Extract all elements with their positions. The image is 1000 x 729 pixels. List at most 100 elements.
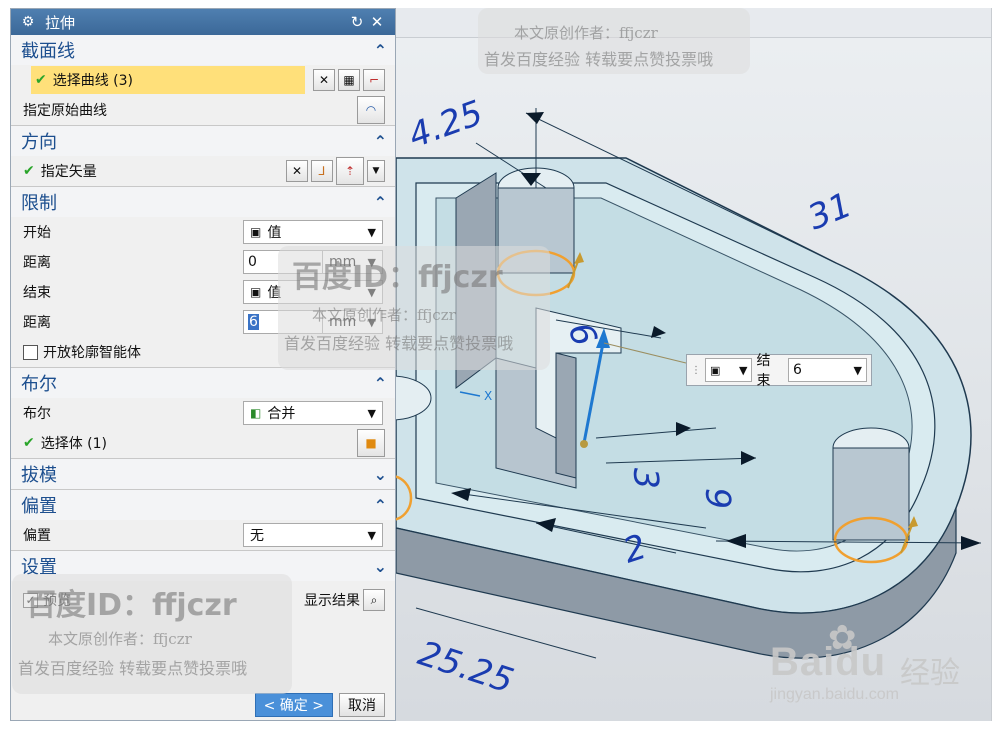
section-settings-header[interactable]: 设置 ⌄	[11, 551, 395, 581]
select-curve-highlight[interactable]: ✔ 选择曲线 (3)	[31, 66, 305, 94]
reset-icon[interactable]: ↻	[347, 13, 367, 31]
pocket-wall	[455, 172, 497, 389]
dropdown-arrow-icon: ▼	[367, 315, 376, 329]
chevron-up-icon[interactable]: ⌃	[374, 132, 387, 151]
preview-checkbox[interactable]: ✓	[23, 592, 38, 608]
dropdown-arrow-icon: ▼	[367, 285, 376, 299]
unite-icon: ◧	[250, 406, 262, 420]
dialog-footer: < 确定 > 取消	[11, 690, 395, 720]
axis-x-label: X	[484, 389, 492, 403]
select-body-row[interactable]: ✔ 选择体 (1) ■	[11, 428, 395, 458]
onscreen-end-input[interactable]: ⋮ ▣ ▼ 结束 6 ▼	[686, 353, 872, 389]
dialog-title: 拉伸	[45, 13, 76, 32]
section-title: 截面线	[21, 41, 75, 62]
boolean-row: 布尔 ◧ 合并 ▼	[11, 398, 395, 428]
start-row: 开始 ▣ 值 ▼	[11, 217, 395, 247]
specify-original-row: 指定原始曲线 ◠	[11, 95, 395, 125]
start-distance-input[interactable]: 0	[243, 250, 323, 274]
section-title: 方向	[21, 132, 57, 153]
start-distance-value: 0	[248, 254, 257, 270]
section-settings: 设置 ⌄ ✓ 预览 显示结果 ⌕	[11, 551, 395, 615]
checkmark-icon: ✔	[35, 72, 47, 88]
end-type-select[interactable]: ▣ 值 ▼	[243, 280, 383, 304]
onscreen-type-select[interactable]: ▣ ▼	[705, 358, 753, 382]
end-row: 结束 ▣ 值 ▼	[11, 277, 395, 307]
end-distance-row: 距离 6 mm ▼	[11, 307, 395, 337]
body-cube-icon[interactable]: ■	[357, 429, 385, 457]
value-cube-icon: ▣	[250, 285, 262, 299]
ok-button[interactable]: < 确定 >	[254, 693, 333, 717]
boolean-value: 合并	[267, 406, 296, 422]
section-limits: 限制 ⌃ 开始 ▣ 值 ▼ 距离 0 mm ▼ 结束 ▣ 值 ▼ 距离 6 mm…	[11, 187, 395, 368]
sketch-section-icon[interactable]: ⌐	[363, 69, 385, 91]
chevron-down-icon[interactable]: ⌄	[374, 465, 387, 484]
boolean-select[interactable]: ◧ 合并 ▼	[243, 401, 383, 425]
start-type-select[interactable]: ▣ 值 ▼	[243, 220, 383, 244]
value-cube-icon: ▣	[710, 363, 721, 377]
dim-text-5: 9	[697, 487, 738, 510]
section-title: 设置	[21, 557, 57, 578]
open-profile-checkbox[interactable]	[23, 344, 38, 360]
section-curve: 截面线 ⌃ ✔ 选择曲线 (3) ✕ ▦ ⌐ 指定原始曲线 ◠	[11, 35, 395, 126]
section-boolean-header[interactable]: 布尔 ⌃	[11, 368, 395, 398]
chevron-down-icon[interactable]: ▼	[367, 160, 385, 182]
end-unit-select[interactable]: mm ▼	[323, 310, 383, 334]
offset-select[interactable]: 无 ▼	[243, 523, 383, 547]
drag-handle-icon[interactable]: ⋮	[691, 365, 701, 376]
chevron-up-icon[interactable]: ⌃	[374, 41, 387, 60]
offset-row: 偏置 无 ▼	[11, 520, 395, 550]
section-direction-header[interactable]: 方向 ⌃	[11, 126, 395, 156]
chevron-up-icon[interactable]: ⌃	[374, 193, 387, 212]
section-limits-header[interactable]: 限制 ⌃	[11, 187, 395, 217]
curve-rule-icon[interactable]: ✕	[313, 69, 335, 91]
chevron-up-icon[interactable]: ⌃	[374, 374, 387, 393]
dropdown-arrow-icon: ▼	[367, 528, 376, 542]
section-direction: 方向 ⌃ ✔ 指定矢量 ✕ ⅃ ⇡ ▼	[11, 126, 395, 187]
show-result-label[interactable]: 显示结果	[304, 590, 360, 610]
start-distance-row: 距离 0 mm ▼	[11, 247, 395, 277]
start-unit-select[interactable]: mm ▼	[323, 250, 383, 274]
specify-vector-row[interactable]: ✔ 指定矢量 ✕ ⅃ ⇡ ▼	[11, 156, 395, 186]
section-draft-header[interactable]: 拔模 ⌄	[11, 459, 395, 489]
section-title: 限制	[21, 193, 57, 214]
chevron-up-icon[interactable]: ⌃	[374, 496, 387, 515]
dim-text-7: 25.25	[413, 634, 518, 702]
checkmark-icon: ✔	[23, 435, 35, 451]
dim-text-1: 4.25	[403, 93, 488, 156]
preview-label: 预览	[43, 593, 71, 609]
section-title: 布尔	[21, 374, 57, 395]
start-type-value: 值	[267, 225, 282, 241]
section-draft: 拔模 ⌄	[11, 459, 395, 490]
dim-text-2: 31	[802, 185, 857, 238]
vector-dialog-icon[interactable]: ⅃	[311, 160, 333, 182]
onscreen-end-value[interactable]: 6 ▼	[788, 358, 867, 382]
sketch-icon[interactable]: ▦	[338, 69, 360, 91]
specify-original-label: 指定原始曲线	[23, 103, 107, 119]
dialog-title-bar[interactable]: ⚙ 拉伸 ↻ ✕	[11, 9, 395, 35]
vector-origin-point	[580, 440, 588, 448]
onscreen-end-value-text: 6	[793, 362, 802, 378]
gear-icon: ⚙	[21, 14, 35, 30]
specify-vector-label: 指定矢量	[40, 164, 97, 180]
select-curve-row[interactable]: ✔ 选择曲线 (3) ✕ ▦ ⌐	[11, 65, 395, 95]
dim-text-4: 3	[625, 467, 666, 490]
cancel-button[interactable]: 取消	[339, 693, 385, 717]
open-profile-row[interactable]: 开放轮廓智能体	[11, 337, 395, 367]
chevron-down-icon[interactable]: ⌄	[374, 557, 387, 576]
original-curve-icon[interactable]: ◠	[357, 96, 385, 124]
offset-value: 无	[250, 528, 264, 544]
value-cube-icon: ▣	[250, 225, 262, 239]
section-curve-header[interactable]: 截面线 ⌃	[11, 35, 395, 65]
magnifier-icon[interactable]: ⌕	[363, 589, 385, 611]
extrude-dialog: ⚙ 拉伸 ↻ ✕ 截面线 ⌃ ✔ 选择曲线 (3) ✕ ▦ ⌐ 指定原始曲线 ◠	[10, 8, 396, 721]
vector-type-icon[interactable]: ⇡	[336, 157, 364, 185]
dropdown-arrow-icon: ▼	[738, 363, 748, 377]
unit-value: mm	[329, 254, 357, 270]
end-distance-input[interactable]: 6	[243, 310, 323, 334]
end-distance-value: 6	[248, 314, 259, 330]
reverse-direction-icon[interactable]: ✕	[286, 160, 308, 182]
section-title: 拔模	[21, 465, 57, 486]
dropdown-arrow-icon: ▼	[853, 363, 862, 377]
close-icon[interactable]: ✕	[367, 13, 387, 31]
section-offset-header[interactable]: 偏置 ⌃	[11, 490, 395, 520]
